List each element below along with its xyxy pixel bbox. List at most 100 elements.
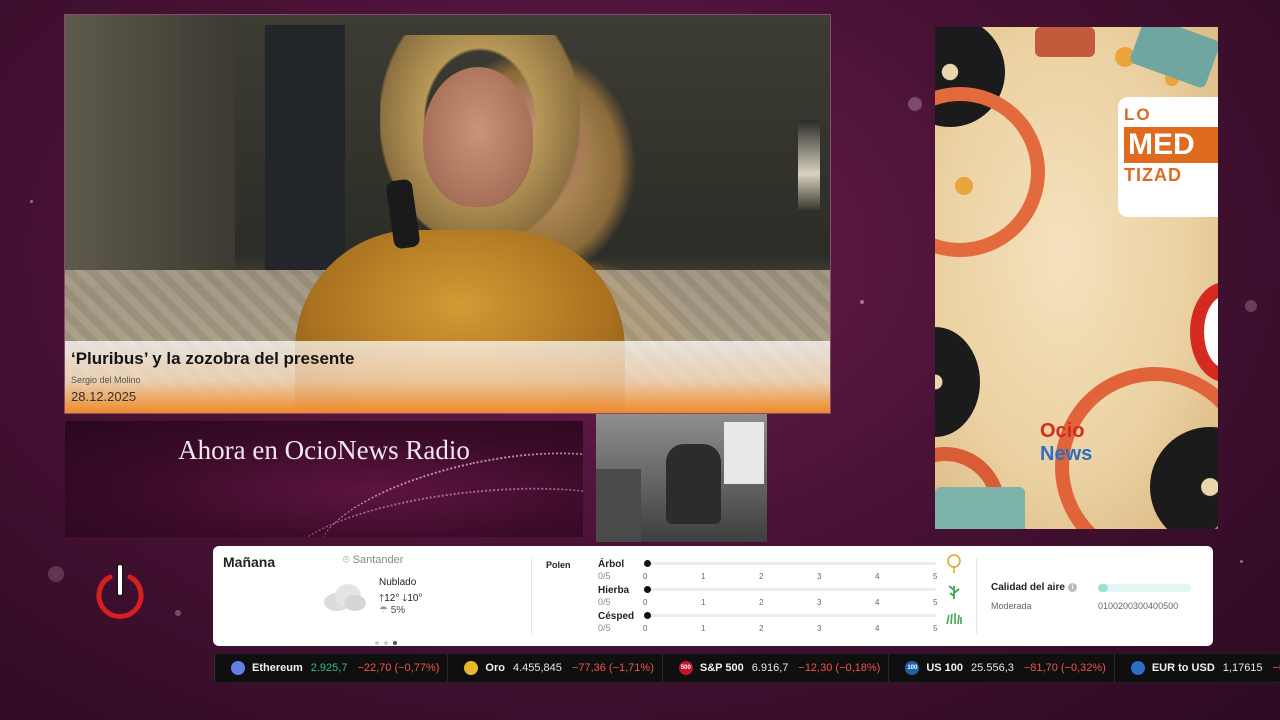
info-icon[interactable]: i [1067,583,1077,592]
article-date: 28.12.2025 [71,389,137,404]
ticker-change: −81,70 (−0,32%) [1023,662,1106,674]
lawn-icon [946,606,962,626]
carousel-dot[interactable] [375,641,379,645]
polen-level-indicator [644,612,651,619]
divider [976,558,977,634]
polen-value: 0/5 [598,571,611,581]
polen-tick-label: 4 [875,624,880,633]
power-icon[interactable] [94,563,146,623]
market-ticker: Ethereum 2.925,7 −22,70 (−0,77%) Oro 4.455,8… [214,653,1280,683]
weather-widget: Mañana ⌾ Santander Nublado 🡑12° 🡓10° ☂ 5… [213,546,1213,646]
vinyl-record-graphic [935,87,1045,257]
ticker-symbol: EUR to USD [1151,662,1215,674]
air-quality-title: Calidad del aire i [991,582,1077,593]
polen-tick-label: 2 [759,598,764,607]
background-sparkle [1240,560,1243,563]
polen-scale: 0 1 2 3 4 5 [643,598,943,610]
polen-name: Hierba [598,585,630,596]
ticker-item[interactable]: EUR to USD 1,17615 −0,00 (−0,08%) [1115,654,1280,682]
forecast-day: Mañana [223,554,276,570]
background-sparkle [175,610,181,616]
ticker-item[interactable]: 100 US 100 25.556,3 −81,70 (−0,32%) [889,654,1115,682]
ticker-change: −0,00 (−0,08%) [1272,662,1280,674]
polen-tick-label: 0 [643,624,648,633]
polen-tick-label: 4 [875,572,880,581]
tree-icon [946,554,962,574]
sp500-icon: 500 [678,661,693,675]
gold-icon [464,661,479,675]
radio-title: Ahora en OcioNews Radio [178,435,470,465]
radio-now-playing-banner[interactable]: Ahora en OcioNews Radio [65,421,583,537]
polen-level-bar [644,560,936,567]
background-sparkle [30,200,33,203]
polen-tick-label: 3 [817,572,822,581]
weather-condition: Nublado [379,577,417,588]
ticker-price: 25.556,3 [971,662,1014,674]
location-pin-icon: ⌾ [343,554,350,566]
ticker-price: 6.916,7 [751,662,789,674]
polen-row: Árbol 0/5 0 1 2 3 4 5 [598,554,961,584]
featured-article-card[interactable]: ‘Pluribus’ y la zozobra del presente Ser… [64,14,831,414]
polen-level-bar [644,586,936,593]
cassette-graphic [1035,27,1095,57]
rain-value: 5% [390,605,406,616]
temp-high: 12° [384,593,400,604]
rain-chance: ☂ 5% [379,605,405,616]
ticker-change: −12,30 (−0,18%) [798,662,881,674]
polen-name: Árbol [598,559,625,570]
polen-tick-label: 5 [933,598,938,607]
divider [531,558,532,634]
umbrella-icon: ☂ [379,605,388,616]
cloud-icon [324,584,366,611]
polen-value: 0/5 [598,597,611,607]
carousel-dots[interactable] [375,632,402,650]
ticker-symbol: Ethereum [252,662,303,674]
article-title[interactable]: ‘Pluribus’ y la zozobra del presente [71,349,824,369]
carousel-dot-active[interactable] [393,641,397,645]
carousel-dot[interactable] [384,641,388,645]
webcam-feed [596,414,767,542]
location-name: Santander [352,554,404,566]
polen-tick-label: 5 [933,572,938,581]
ticker-price: 1,17615 [1222,662,1263,674]
air-quality-scale: 0100200300400500 [1098,601,1179,611]
polen-row: Hierba 0/5 0 1 2 3 4 5 [598,585,960,610]
vinyl-record-graphic [935,327,980,437]
ticker-symbol: US 100 [926,662,964,674]
ticker-item[interactable]: Ethereum 2.925,7 −22,70 (−0,77%) [215,654,449,682]
decorative-dot [955,177,973,195]
ticker-price: 2.925,7 [310,662,348,674]
ad-brand-logo: LO MED TIZAD [1118,97,1218,217]
polen-scale: 0 1 2 3 4 5 [643,572,943,584]
polen-label: Polen [546,560,571,570]
polen-tick-label: 1 [701,598,706,607]
polen-tick-label: 0 [643,598,648,607]
polen-scale: 0 1 2 3 4 5 [643,624,943,636]
ticker-item[interactable]: 500 S&P 500 6.916,7 −12,30 (−0,18%) [663,654,890,682]
ethereum-icon [231,661,245,675]
background-sparkle [908,97,922,111]
ocionews-logo: Ocio News [1040,420,1093,465]
ticker-symbol: S&P 500 [699,662,744,674]
us100-icon: 100 [905,661,920,675]
background-sparkle [48,566,64,582]
background-sparkle [860,300,864,304]
polen-level-bar [644,612,936,619]
polen-tick-label: 3 [817,598,822,607]
location-label[interactable]: ⌾ Santander [343,554,403,567]
ticker-price: 4.455,845 [512,662,562,674]
background-sparkle [1245,300,1257,312]
ticker-item[interactable]: Oro 4.455,845 −77,36 (−1,71%) [448,654,663,682]
polen-tick-label: 3 [817,624,822,633]
ticker-change: −22,70 (−0,77%) [357,662,440,674]
polen-value: 0/5 [598,623,611,633]
polen-tick-label: 1 [701,572,706,581]
advertisement-banner[interactable]: LO MED TIZAD Ocio News [935,27,1218,529]
record-label-graphic [1190,282,1218,382]
polen-level-indicator [644,586,651,593]
polen-tick-label: 2 [759,572,764,581]
polen-row: Césped 0/5 0 1 2 3 4 5 [598,611,962,636]
air-quality-level: Moderada [991,601,1032,611]
polen-tick-label: 2 [759,624,764,633]
air-quality-indicator [1098,584,1108,592]
